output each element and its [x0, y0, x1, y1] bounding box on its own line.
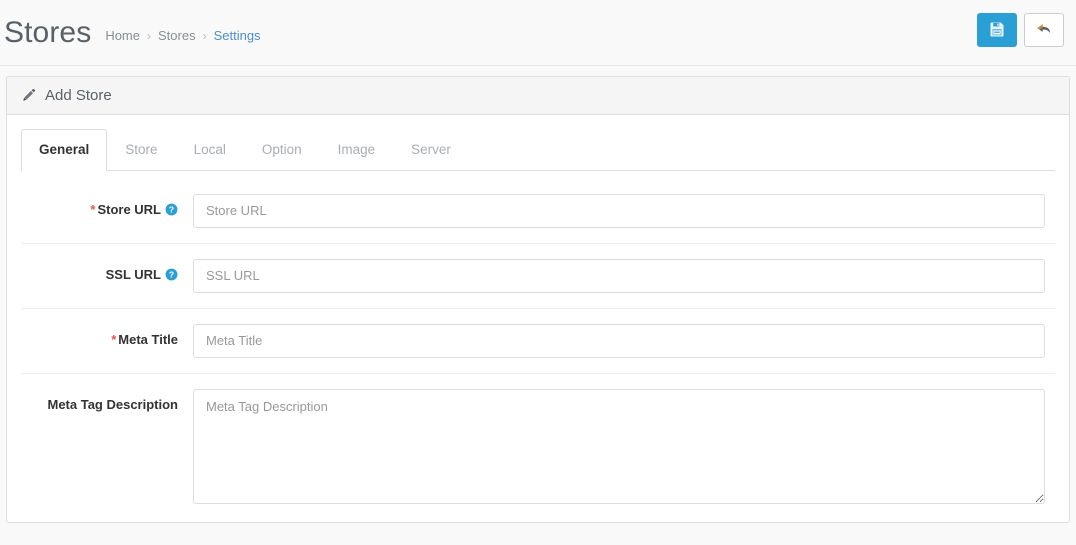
- label-meta-tag-description: Meta Tag Description: [21, 389, 193, 414]
- content-area: Add Store General Store Local Option Ima…: [0, 66, 1076, 523]
- tab-image[interactable]: Image: [320, 129, 394, 171]
- required-marker: *: [90, 201, 96, 217]
- tab-option[interactable]: Option: [244, 129, 320, 171]
- page-title: Stores: [4, 15, 92, 49]
- tab-store-link[interactable]: Store: [107, 129, 175, 171]
- field-store-url: [193, 193, 1055, 228]
- label-store-url: * Store URL?: [21, 194, 193, 219]
- add-store-panel: Add Store General Store Local Option Ima…: [6, 76, 1070, 523]
- panel-title: Add Store: [45, 87, 112, 104]
- form-group-meta-title: * Meta Title: [21, 309, 1055, 374]
- breadcrumb: Home › Stores › Settings: [105, 22, 260, 43]
- help-icon[interactable]: ?: [165, 203, 178, 216]
- label-store-url-text: Store URL: [97, 201, 161, 217]
- reply-arrow-icon: [1036, 21, 1053, 40]
- form-group-store-url: * Store URL?: [21, 179, 1055, 244]
- required-marker: *: [111, 331, 117, 347]
- tab-option-link[interactable]: Option: [244, 129, 320, 171]
- ssl-url-input[interactable]: [193, 258, 1045, 293]
- field-ssl-url: [193, 258, 1055, 293]
- label-meta-title-text: Meta Title: [118, 331, 178, 347]
- field-meta-title: [193, 323, 1055, 358]
- tab-server-link[interactable]: Server: [393, 129, 469, 171]
- floppy-disk-icon: [989, 21, 1005, 40]
- label-meta-tag-description-text: Meta Tag Description: [47, 396, 178, 412]
- breadcrumb-item-home[interactable]: Home: [105, 28, 140, 43]
- svg-text:?: ?: [169, 204, 174, 214]
- general-tab-form: *Store URL? SSL URL?: [21, 171, 1055, 522]
- form-group-meta-tag-description: Meta Tag Description: [21, 374, 1055, 522]
- tab-list: General Store Local Option Image Server: [21, 129, 1055, 171]
- label-meta-title: * Meta Title: [21, 324, 193, 349]
- tab-general[interactable]: General: [21, 129, 108, 171]
- meta-title-input[interactable]: [193, 323, 1045, 358]
- panel-body: General Store Local Option Image Server: [7, 115, 1069, 522]
- tab-local[interactable]: Local: [176, 129, 244, 171]
- breadcrumb-item-settings[interactable]: Settings: [214, 28, 261, 43]
- tab-store[interactable]: Store: [107, 129, 175, 171]
- label-ssl-url-text: SSL URL: [105, 266, 161, 282]
- tab-local-link[interactable]: Local: [176, 129, 244, 171]
- breadcrumb-separator: ›: [202, 28, 207, 43]
- store-url-input[interactable]: [193, 193, 1045, 228]
- breadcrumb-separator: ›: [147, 28, 151, 43]
- field-meta-tag-description: [193, 388, 1055, 507]
- back-button[interactable]: [1024, 13, 1064, 47]
- svg-text:?: ?: [169, 269, 174, 279]
- tab-image-link[interactable]: Image: [320, 129, 394, 171]
- panel-heading: Add Store: [7, 77, 1069, 115]
- tab-general-link[interactable]: General: [21, 129, 108, 171]
- page-header: Stores Home › Stores › Settings: [0, 0, 1076, 66]
- breadcrumb-item-stores[interactable]: Stores: [158, 28, 196, 43]
- meta-tag-description-textarea[interactable]: [193, 388, 1045, 504]
- form-group-ssl-url: SSL URL?: [21, 244, 1055, 309]
- header-actions: [977, 13, 1064, 47]
- save-button[interactable]: [977, 13, 1017, 47]
- pencil-icon: [21, 88, 36, 103]
- help-icon[interactable]: ?: [165, 268, 178, 281]
- tab-server[interactable]: Server: [393, 129, 469, 171]
- label-ssl-url: SSL URL?: [21, 259, 193, 284]
